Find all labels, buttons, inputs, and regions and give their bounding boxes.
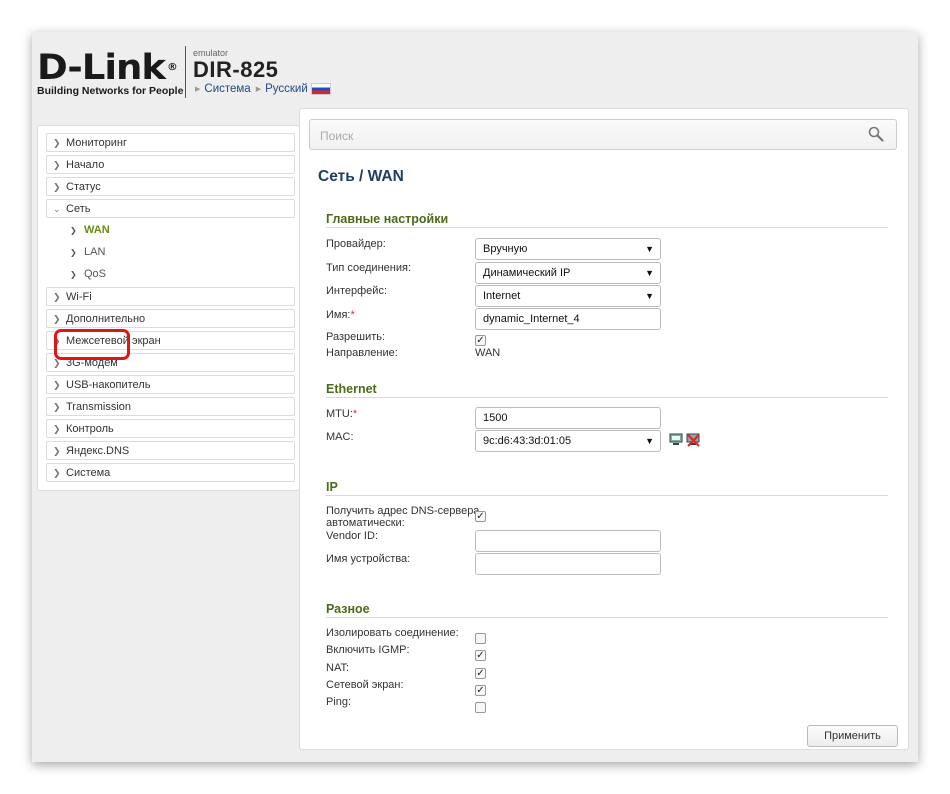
search-input[interactable] xyxy=(318,125,842,147)
sidebar-item-status[interactable]: ❯ Статус xyxy=(46,177,295,196)
brand-name: D-Link xyxy=(37,48,166,88)
expand-icon: ❯ xyxy=(53,468,61,478)
igmp-label: Включить IGMP: xyxy=(326,644,410,656)
required-marker: * xyxy=(352,408,358,420)
section-ip: IP xyxy=(326,480,888,496)
expand-icon: ❯ xyxy=(53,446,61,456)
russian-flag-icon[interactable] xyxy=(310,83,331,95)
connection-type-select[interactable]: Динамический IP ▼ xyxy=(475,262,661,284)
clone-mac-icon[interactable] xyxy=(669,433,683,447)
search-icon[interactable] xyxy=(868,126,884,142)
chevron-right-icon: ❯ xyxy=(70,270,77,279)
device-name-label: Имя устройства: xyxy=(326,553,411,565)
sidebar-item-start[interactable]: ❯ Начало xyxy=(46,155,295,174)
dropdown-arrow-icon: ▼ xyxy=(645,436,654,446)
provider-select[interactable]: Вручную ▼ xyxy=(475,238,661,260)
section-misc: Разное xyxy=(326,602,888,618)
required-marker: * xyxy=(350,309,355,321)
header: D-Link ® Building Networks for People emu… xyxy=(32,32,918,107)
interface-select[interactable]: Internet ▼ xyxy=(475,285,661,307)
sidebar-item-advanced[interactable]: ❯ Дополнительно xyxy=(46,309,295,328)
dropdown-arrow-icon: ▼ xyxy=(645,268,654,278)
model-name: DIR-825 xyxy=(193,57,279,82)
sidebar-item-wifi[interactable]: ❯ Wi-Fi xyxy=(46,287,295,306)
dropdown-arrow-icon: ▼ xyxy=(645,244,654,254)
expand-icon: ❯ xyxy=(53,292,61,302)
nat-checkbox[interactable]: ✓ xyxy=(475,668,486,679)
dlink-logo[interactable]: D-Link ® Building Networks for People xyxy=(37,50,183,97)
enable-checkbox[interactable]: ✓ xyxy=(475,335,486,346)
isolate-checkbox[interactable] xyxy=(475,633,486,644)
dns-auto-label: Получить адрес DNS-сервера автоматически: xyxy=(326,505,480,529)
name-field[interactable] xyxy=(475,308,661,330)
sidebar-item-network[interactable]: ⌄ Сеть xyxy=(46,199,295,218)
sidebar-item-monitoring[interactable]: ❯ Мониторинг xyxy=(46,133,295,152)
sidebar-item-transmission[interactable]: ❯ Transmission xyxy=(46,397,295,416)
system-link[interactable]: Система xyxy=(204,83,250,95)
page-title: Сеть / WAN xyxy=(318,168,404,185)
section-main-settings: Главные настройки xyxy=(326,212,888,228)
interface-label: Интерфейс: xyxy=(326,285,387,297)
dns-auto-checkbox[interactable]: ✓ xyxy=(475,511,486,522)
device-name-field[interactable] xyxy=(475,553,661,575)
expand-icon: ❯ xyxy=(53,182,61,192)
expand-icon: ❯ xyxy=(53,138,61,148)
mtu-label: MTU:* xyxy=(326,408,358,420)
igmp-checkbox[interactable]: ✓ xyxy=(475,650,486,661)
isolate-label: Изолировать соединение: xyxy=(326,627,459,639)
name-label: Имя:* xyxy=(326,309,355,321)
lan-highlight-annotation xyxy=(54,329,130,360)
model-info: emulator DIR-825 ▶ Система ▶ Русский xyxy=(193,49,331,95)
app-frame: D-Link ® Building Networks for People emu… xyxy=(32,32,918,762)
ping-checkbox[interactable] xyxy=(475,702,486,713)
expand-icon: ❯ xyxy=(53,160,61,170)
sidebar-item-system[interactable]: ❯ Система xyxy=(46,463,295,482)
expand-icon: ❯ xyxy=(53,314,61,324)
sidebar-item-control[interactable]: ❯ Контроль xyxy=(46,419,295,438)
registered-mark: ® xyxy=(167,62,178,73)
mtu-field[interactable] xyxy=(475,407,661,429)
enable-label: Разрешить: xyxy=(326,331,386,343)
search-bar xyxy=(309,119,897,150)
logo-divider xyxy=(185,46,186,98)
mac-select[interactable]: 9c:d6:43:3d:01:05 ▼ xyxy=(475,430,661,452)
chevron-right-icon: ❯ xyxy=(70,226,77,235)
chevron-right-icon: ❯ xyxy=(70,248,77,257)
main-panel: Сеть / WAN Главные настройки Провайдер: … xyxy=(299,108,909,750)
chevron-right-icon: ▶ xyxy=(255,86,262,93)
chevron-right-icon: ▶ xyxy=(195,86,201,93)
direction-value: WAN xyxy=(475,347,501,359)
dropdown-arrow-icon: ▼ xyxy=(645,291,654,301)
collapse-icon: ⌄ xyxy=(53,204,61,214)
sidebar-subitem-wan[interactable]: ❯ WAN xyxy=(46,221,295,240)
sidebar-item-usb-storage[interactable]: ❯ USB-накопитель xyxy=(46,375,295,394)
section-ethernet: Ethernet xyxy=(326,382,888,398)
connection-type-label: Тип соединения: xyxy=(326,262,411,274)
vendor-id-field[interactable] xyxy=(475,530,661,552)
expand-icon: ❯ xyxy=(53,402,61,412)
provider-label: Провайдер: xyxy=(326,238,386,250)
ping-label: Ping: xyxy=(326,696,352,708)
firewall-checkbox[interactable]: ✓ xyxy=(475,685,486,696)
sidebar-item-yandex-dns[interactable]: ❯ Яндекс.DNS xyxy=(46,441,295,460)
language-link[interactable]: Русский xyxy=(265,83,308,95)
mac-label: MAC: xyxy=(326,431,354,443)
sidebar: ❯ Мониторинг ❯ Начало ❯ Статус ⌄ Сеть ❯ WAN ❯… xyxy=(37,125,300,491)
nat-label: NAT: xyxy=(326,662,350,674)
breadcrumb: ▶ Система ▶ Русский xyxy=(193,83,331,95)
expand-icon: ❯ xyxy=(53,424,61,434)
expand-icon: ❯ xyxy=(53,380,61,390)
firewall-label: Сетевой экран: xyxy=(326,679,404,691)
vendor-id-label: Vendor ID: xyxy=(326,530,378,542)
reset-mac-icon[interactable] xyxy=(686,433,700,447)
apply-button[interactable]: Применить xyxy=(807,725,898,747)
direction-label: Направление: xyxy=(326,347,398,359)
sidebar-subitem-lan[interactable]: ❯ LAN xyxy=(46,243,295,262)
sidebar-subitem-qos[interactable]: ❯ QoS xyxy=(46,265,295,284)
